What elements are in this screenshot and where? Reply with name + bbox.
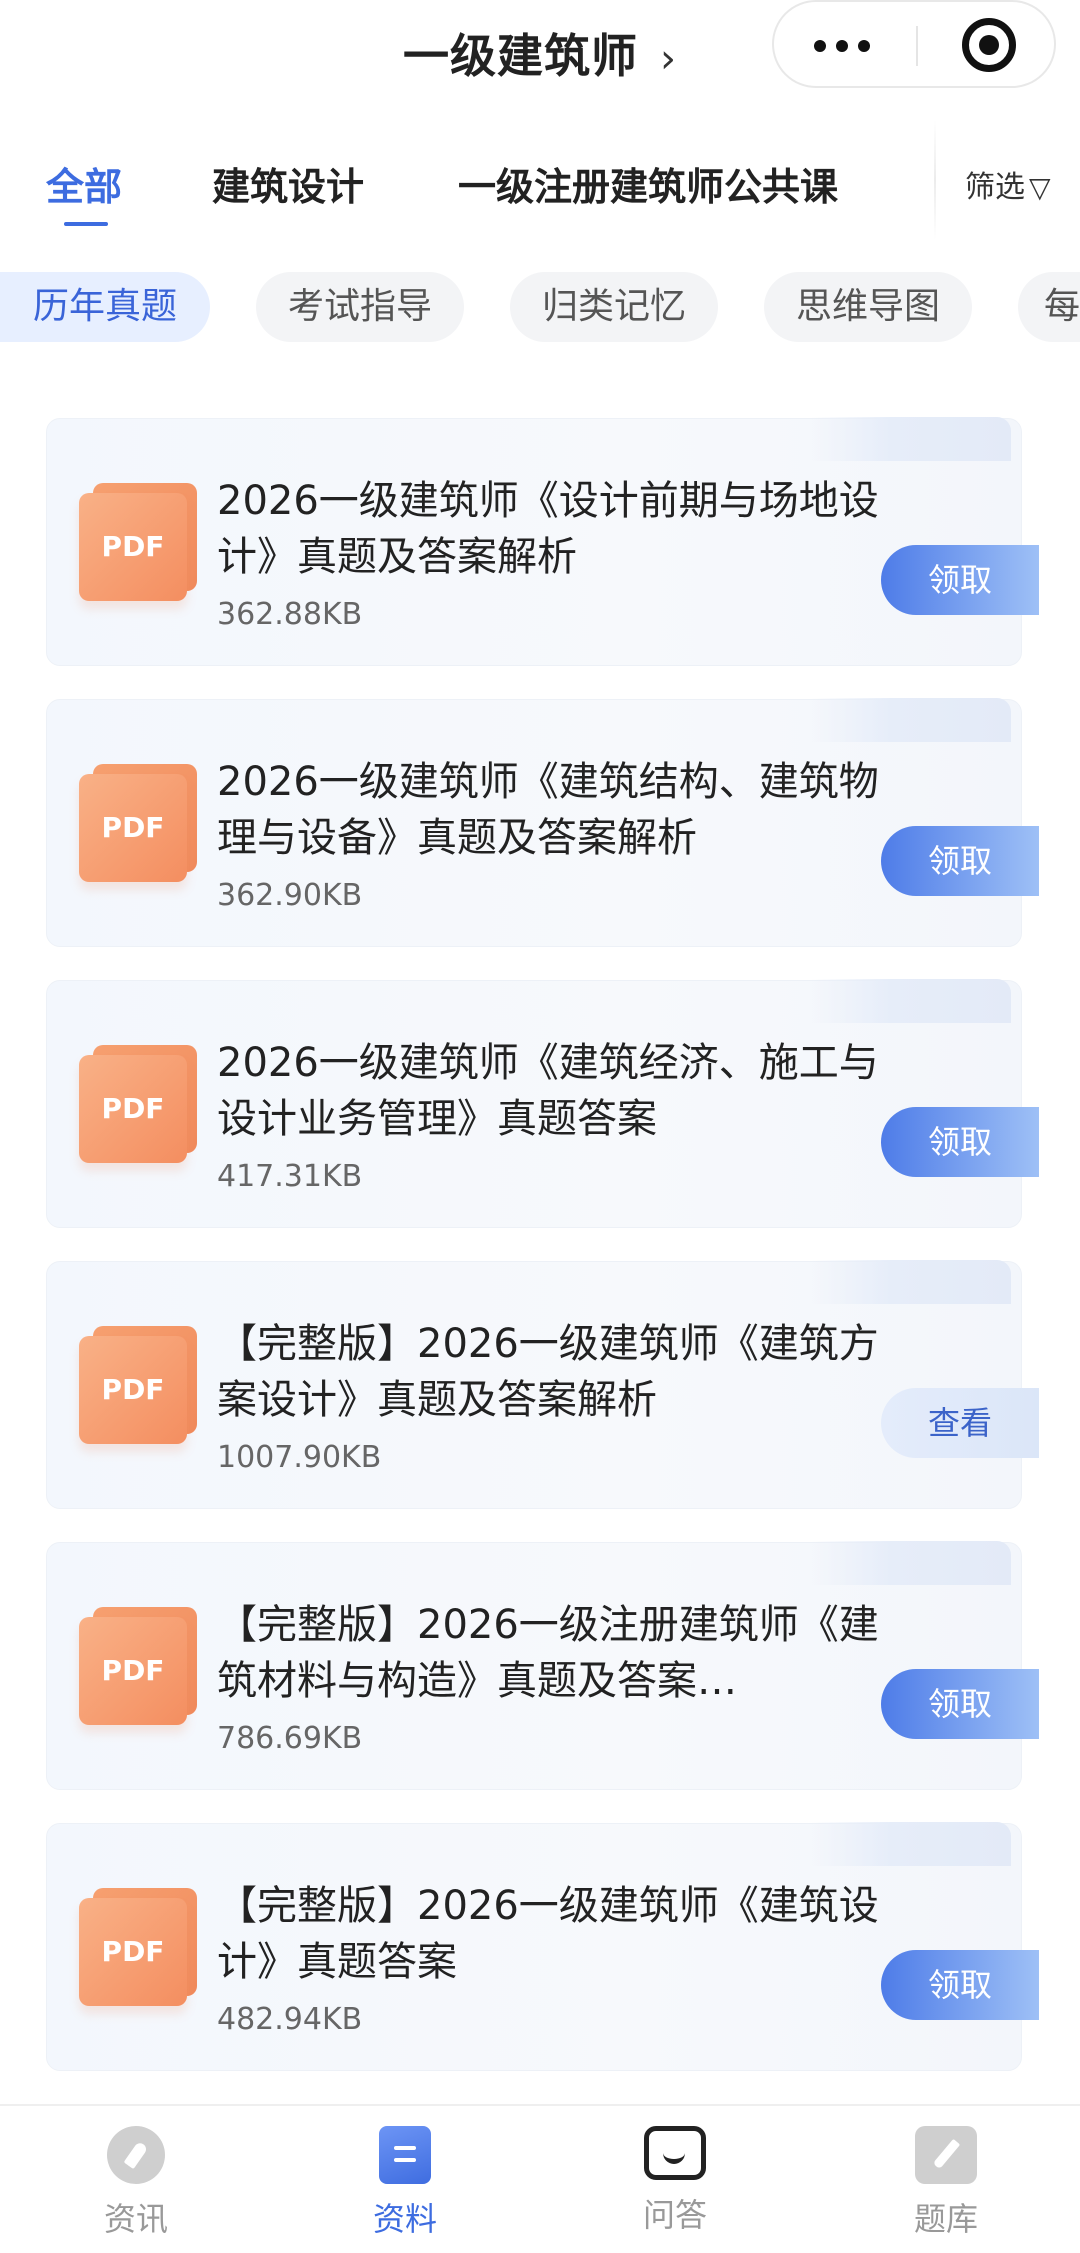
pdf-file-icon: PDF [79,1888,197,2008]
tab-active-indicator [64,222,108,226]
filter-button[interactable]: 筛选 ▽ [965,162,1051,206]
nav-label: 题库 [913,2200,978,2238]
chip-past-exams[interactable]: 历年真题 [0,272,210,342]
claim-button[interactable]: 领取 [881,1107,1039,1177]
claim-button[interactable]: 领取 [881,1669,1039,1739]
file-card[interactable]: PDF 【完整版】2026一级建筑师《建筑设计》真题答案 482.94KB 领取 [46,1822,1039,2071]
file-size: 362.88KB [217,597,363,632]
file-size: 362.90KB [217,878,363,913]
pdf-file-icon: PDF [79,1045,197,1165]
claim-button[interactable]: 领取 [881,1950,1039,2020]
close-target-icon[interactable] [962,18,1016,72]
file-title: 【完整版】2026一级建筑师《建筑设计》真题答案 [217,1883,879,1985]
bottom-tab-bar: 资讯 资料 问答 题库 [0,2104,1080,2253]
file-card[interactable]: PDF 【完整版】2026一级建筑师《建筑方案设计》真题及答案解析 1007.9… [46,1260,1039,1509]
pdf-icon-label: PDF [79,1617,187,1725]
pen-icon [915,2126,977,2184]
view-button[interactable]: 查看 [881,1388,1039,1458]
chat-icon [644,2126,706,2180]
pdf-icon-label: PDF [79,1336,187,1444]
file-card[interactable]: PDF 2026一级建筑师《设计前期与场地设计》真题及答案解析 362.88KB… [46,417,1039,666]
nav-materials[interactable]: 资料 [335,2126,475,2240]
page-title: 一级建筑师 [403,29,638,83]
card-folder-tab [811,979,1011,1023]
file-card[interactable]: PDF 2026一级建筑师《建筑结构、建筑物理与设备》真题及答案解析 362.9… [46,698,1039,947]
mini-program-capsule [772,0,1056,88]
nav-label: 问答 [642,2196,707,2234]
chevron-right-icon: › [660,36,677,82]
more-icon[interactable] [814,34,884,58]
pdf-file-icon: PDF [79,764,197,884]
claim-button[interactable]: 领取 [881,826,1039,896]
nav-label: 资讯 [103,2200,168,2238]
file-title: 2026一级建筑师《建筑结构、建筑物理与设备》真题及答案解析 [217,759,879,861]
pdf-file-icon: PDF [79,1607,197,1727]
card-folder-tab [811,1541,1011,1585]
file-size: 786.69KB [217,1721,363,1756]
pdf-icon-label: PDF [79,493,187,601]
file-title: 2026一级建筑师《设计前期与场地设计》真题及答案解析 [217,478,879,580]
document-icon [379,2126,431,2184]
capsule-divider [916,26,918,66]
file-size: 417.31KB [217,1159,363,1194]
subcategory-chips: 历年真题 考试指导 归类记忆 思维导图 每 [0,272,1080,344]
pdf-icon-label: PDF [79,774,187,882]
funnel-icon: ▽ [1029,171,1051,204]
tabs-divider [934,120,936,240]
pdf-file-icon: PDF [79,1326,197,1446]
file-title: 【完整版】2026一级注册建筑师《建筑材料与构造》真题及答案… [217,1602,879,1704]
filter-label: 筛选 [965,170,1025,205]
file-size: 482.94KB [217,2002,363,2037]
file-title: 2026一级建筑师《建筑经济、施工与设计业务管理》真题答案 [217,1040,879,1142]
nav-question-bank[interactable]: 题库 [876,2126,1016,2240]
chip-mind-map[interactable]: 思维导图 [764,272,972,342]
claim-button[interactable]: 领取 [881,545,1039,615]
nav-qa[interactable]: 问答 [605,2126,745,2236]
app-header: 一级建筑师 › [0,0,1080,110]
category-tabs: 全部 建筑设计 一级注册建筑师公共课 筛选 ▽ [0,120,1080,240]
tab-public-course[interactable]: 一级注册建筑师公共课 [458,156,838,211]
file-size: 1007.90KB [217,1440,382,1475]
chip-more[interactable]: 每 [1018,272,1080,342]
file-card[interactable]: PDF 2026一级建筑师《建筑经济、施工与设计业务管理》真题答案 417.31… [46,979,1039,1228]
pdf-icon-label: PDF [79,1055,187,1163]
card-folder-tab [811,417,1011,461]
chip-exam-guide[interactable]: 考试指导 [256,272,464,342]
pdf-icon-label: PDF [79,1898,187,2006]
nav-news[interactable]: 资讯 [66,2126,206,2240]
nav-label: 资料 [372,2200,437,2238]
tab-architectural-design[interactable]: 建筑设计 [212,156,364,211]
chip-classified-memory[interactable]: 归类记忆 [510,272,718,342]
card-folder-tab [811,1260,1011,1304]
card-folder-tab [811,698,1011,742]
file-title: 【完整版】2026一级建筑师《建筑方案设计》真题及答案解析 [217,1321,879,1423]
pdf-file-icon: PDF [79,483,197,603]
resource-page: 一级建筑师 › 全部 建筑设计 一级注册建筑师公共课 筛选 ▽ 历年真题 考试指导 … [0,0,1080,2253]
compass-icon [107,2126,165,2184]
file-card[interactable]: PDF 【完整版】2026一级注册建筑师《建筑材料与构造》真题及答案… 786.… [46,1541,1039,1790]
card-folder-tab [811,1822,1011,1866]
tab-all[interactable]: 全部 [46,156,122,211]
